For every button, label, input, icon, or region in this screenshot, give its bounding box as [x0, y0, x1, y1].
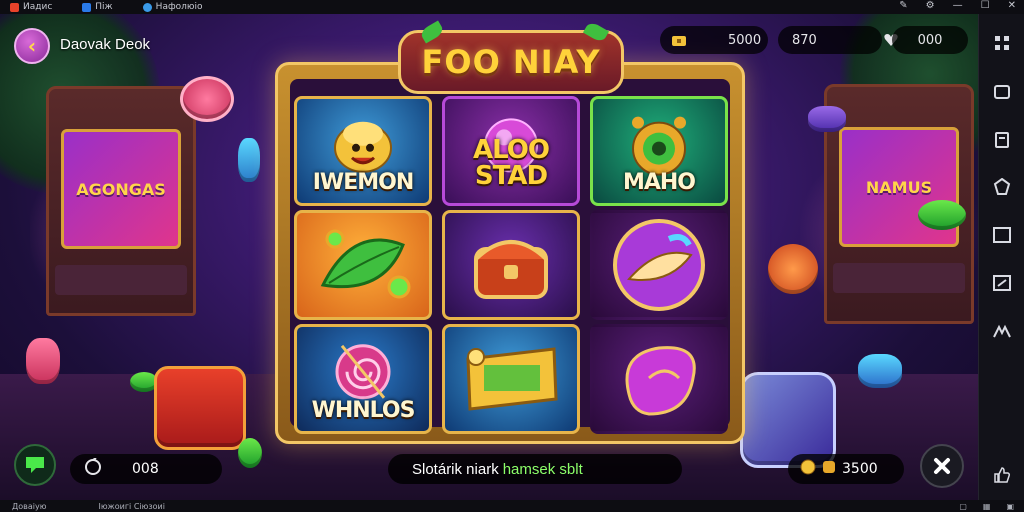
app-icon: [82, 2, 92, 12]
status-text: Slotárik niark: [412, 460, 499, 478]
magic-sphere-icon: [613, 219, 705, 311]
reel-cell[interactable]: [442, 210, 580, 320]
window-controls: ✎ ⚙ — ☐ ✕: [899, 0, 1016, 11]
floating-gem-token: [238, 138, 260, 182]
app-icon: [10, 2, 19, 12]
reel-cell[interactable]: MAHO: [590, 96, 728, 206]
gold-chest-icon: [670, 31, 688, 49]
floating-gem-token: [26, 338, 60, 384]
window-icon[interactable]: [989, 222, 1015, 248]
reel-cell[interactable]: ALOO STAD: [442, 96, 580, 206]
screenshot-icon[interactable]: [989, 78, 1015, 104]
coin-value: 3500: [842, 461, 878, 477]
status-message: Slotárik niark hamsek sblt: [388, 454, 682, 484]
golden-helmet-icon: [334, 121, 392, 173]
coin-stack-icon: [822, 459, 836, 479]
maximize-icon[interactable]: ☐: [981, 0, 990, 11]
reel-label: IWEMON: [312, 170, 414, 195]
keyboard-mapping-icon[interactable]: [989, 30, 1015, 56]
window-tab-bar: Иадис Піж Нафолюіо ✎ ⚙ — ☐ ✕: [0, 0, 1024, 14]
arcade-screen: AGONGAS: [61, 129, 181, 249]
gold-balance: 5000: [660, 26, 768, 54]
window-tab[interactable]: Нафолюіо: [142, 2, 203, 12]
arcade-control-panel: [833, 263, 965, 293]
close-game-button[interactable]: [920, 444, 964, 488]
floating-coin-token: [768, 244, 818, 294]
grid-icon[interactable]: ▦: [983, 502, 991, 511]
purple-gem-icon: [625, 346, 696, 416]
score-value: 000: [917, 32, 943, 48]
close-x-icon: [934, 458, 950, 474]
chat-bubble-icon: [26, 457, 44, 473]
arcade-control-panel: [55, 265, 187, 295]
floating-leaf: [238, 438, 262, 468]
close-window-icon[interactable]: ✕: [1008, 0, 1016, 11]
floating-treasure-box: [154, 366, 246, 450]
window-tab[interactable]: Піж: [82, 2, 113, 12]
gem-balance: 870: [778, 26, 898, 54]
game-logo-text: FOO NIAY: [421, 43, 601, 81]
green-leaf-icon: [320, 229, 411, 299]
pen-icon[interactable]: ✎: [899, 0, 907, 11]
golden-target-icon: [632, 116, 686, 176]
coin-balance: 3500: [788, 454, 904, 484]
window-tab[interactable]: Иадис: [10, 2, 52, 12]
floating-coin-token: [180, 76, 234, 122]
spin-counter: 008: [70, 454, 222, 484]
player-title: Daovak Deok: [60, 36, 151, 53]
reel-cell[interactable]: WHNLOS: [294, 324, 432, 434]
floating-leaf: [918, 200, 966, 230]
thumbs-up-icon[interactable]: [989, 462, 1015, 488]
lollipop-icon: [335, 344, 391, 400]
score-display: 000: [892, 26, 968, 54]
reel-cell[interactable]: [590, 324, 728, 434]
status-highlight: hamsek sblt: [502, 460, 583, 478]
shake-icon[interactable]: [989, 318, 1015, 344]
reel-cell[interactable]: [442, 324, 580, 434]
coin-icon: [800, 459, 816, 479]
chat-button[interactable]: [14, 444, 56, 486]
square-icon[interactable]: ▢: [959, 502, 967, 511]
treasure-chest-icon: [474, 240, 548, 299]
golden-ticket-icon: [466, 347, 558, 411]
back-arrow-icon: ‹: [27, 34, 37, 58]
layers-icon[interactable]: ▣: [1006, 502, 1014, 511]
reel-cell[interactable]: IWEMON: [294, 96, 432, 206]
reel-label: WHNLOS: [311, 398, 416, 423]
reel-cell[interactable]: [590, 210, 728, 320]
game-logo: FOO NIAY: [398, 20, 624, 94]
floating-gem-token: [808, 106, 846, 132]
minimize-icon[interactable]: —: [953, 0, 963, 11]
gem-value: 870: [792, 32, 817, 48]
bottom-tab[interactable]: Доваіую: [12, 502, 46, 511]
app-icon: [142, 2, 152, 12]
spin-count: 008: [132, 461, 159, 477]
window-bottom-bar: Доваіую Іюжоигі Сіюзоиі ▢ ▦ ▣: [0, 500, 1024, 512]
settings-icon[interactable]: ⚙: [926, 0, 935, 11]
spin-refresh-icon: [84, 457, 102, 480]
reel-cell[interactable]: [294, 210, 432, 320]
back-button[interactable]: ‹: [14, 28, 50, 64]
arcade-cabinet-left: AGONGAS: [46, 86, 196, 316]
bottom-tab[interactable]: Іюжоигі Сіюзоиі: [98, 502, 164, 511]
expand-icon[interactable]: [989, 270, 1015, 296]
bottom-controls: ▢ ▦ ▣: [959, 502, 1014, 511]
emulator-side-toolbar: [978, 14, 1024, 500]
floating-gem-token: [858, 354, 902, 388]
reel-label: ALOO STAD: [473, 135, 550, 191]
clipboard-icon[interactable]: [989, 126, 1015, 152]
location-icon[interactable]: [989, 174, 1015, 200]
gold-value: 5000: [728, 32, 762, 48]
reel-label: MAHO: [622, 170, 696, 195]
